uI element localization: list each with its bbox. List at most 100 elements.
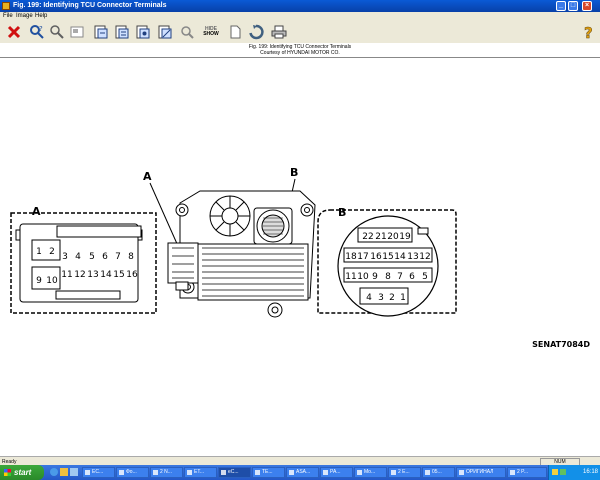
taskbar-item[interactable]: ET... (184, 467, 217, 478)
clock: 16:18 (582, 469, 598, 475)
app-icon (2, 2, 10, 10)
start-label: start (14, 468, 32, 477)
document-icon (230, 25, 241, 39)
tray-icon[interactable] (552, 469, 558, 475)
pin-3: 3 (378, 293, 384, 303)
label-b-right: B (338, 206, 346, 219)
page-view-1-button[interactable] (92, 23, 110, 41)
close-x-button[interactable] (5, 23, 23, 41)
pin-14: 14 (100, 270, 112, 280)
taskbar-item[interactable]: 2 P... (507, 467, 547, 478)
taskbar-item[interactable]: ASA... (286, 467, 319, 478)
page-view-3-button[interactable] (134, 23, 152, 41)
pin-7: 7 (397, 272, 403, 282)
close-button[interactable]: × (582, 1, 592, 11)
pin-12: 12 (419, 252, 430, 262)
zoom-icon (50, 25, 64, 39)
tcu-unit (167, 190, 316, 318)
quicklaunch-browser-icon[interactable] (50, 468, 58, 476)
pin-20: 20 (387, 232, 399, 242)
svg-text:?: ? (584, 24, 593, 40)
help-button[interactable]: ? (580, 23, 598, 41)
svg-text:?: ? (39, 25, 43, 33)
pin-3: 3 (62, 252, 68, 262)
system-tray: 16:18 (548, 465, 600, 480)
label-b-center: B (290, 166, 298, 179)
find-icon: ? (30, 25, 44, 39)
pin-6: 6 (102, 252, 108, 262)
menu-help[interactable]: Help (35, 13, 47, 19)
pin-11: 11 (61, 270, 72, 280)
taskbar-item[interactable]: PA... (320, 467, 353, 478)
pin-18: 18 (345, 252, 357, 262)
figure-canvas: A 1 2 3 4 5 6 7 8 9 10 11 12 13 14 15 16 (0, 57, 600, 457)
pin-4: 4 (366, 293, 372, 303)
pin-19: 19 (399, 232, 411, 242)
pin-16: 16 (126, 270, 138, 280)
taskbar-item[interactable]: 2 E... (388, 467, 421, 478)
zoom-page-button[interactable] (68, 23, 86, 41)
page-view-icon (136, 25, 150, 39)
taskbar: start EC... Фо... 2 N... ET... eC... TE.… (0, 465, 600, 480)
pin-13: 13 (407, 252, 418, 262)
refresh-button[interactable] (247, 23, 265, 41)
page-view-icon (158, 25, 172, 39)
refresh-icon (249, 24, 264, 40)
pin-15: 15 (113, 270, 124, 280)
title-bar: Fig. 199: Identifying TCU Connector Term… (0, 0, 600, 12)
menu-bar: File Image Help (0, 12, 600, 21)
tcu-connector-diagram: A 1 2 3 4 5 6 7 8 9 10 11 12 13 14 15 16 (10, 166, 590, 349)
connector-a-key-bottom (55, 290, 121, 300)
pin-12: 12 (74, 270, 85, 280)
pin-17: 17 (357, 252, 368, 262)
taskbar-item[interactable]: ОРИГИНАЛ (456, 467, 506, 478)
menu-file[interactable]: File (3, 13, 13, 19)
menu-image[interactable]: Image (16, 13, 33, 19)
page-view-4-button[interactable] (156, 23, 174, 41)
pin-16: 16 (370, 252, 382, 262)
taskbar-item[interactable]: Фо... (116, 467, 149, 478)
page-view-2-button[interactable] (113, 23, 131, 41)
quicklaunch-folder-icon[interactable] (60, 468, 68, 476)
find-text-button[interactable] (178, 23, 196, 41)
pin-5: 5 (422, 272, 428, 282)
taskbar-item[interactable]: 05... (422, 467, 455, 478)
connector-b-key (417, 227, 429, 235)
pin-22: 22 (362, 232, 373, 242)
pin-1: 1 (400, 293, 406, 303)
pin-2: 2 (49, 247, 55, 257)
taskbar-item[interactable]: Mo... (354, 467, 387, 478)
zoom-button[interactable] (48, 23, 66, 41)
tray-icon[interactable] (560, 469, 566, 475)
pin-11: 11 (345, 272, 356, 282)
toolbar: ? HIDE SHOW ? (0, 21, 600, 44)
pin-7: 7 (115, 252, 121, 262)
connector-a-tab (15, 229, 21, 241)
pin-10: 10 (46, 276, 58, 286)
page-view-icon (115, 25, 129, 39)
find-text-icon (181, 26, 194, 39)
connector-a-key (56, 225, 142, 238)
maximize-button[interactable]: □ (568, 1, 578, 11)
find-button[interactable]: ? (28, 23, 46, 41)
pin-21: 21 (375, 232, 386, 242)
label-a-left: A (32, 205, 41, 218)
zoom-page-icon (70, 26, 84, 38)
pin-6: 6 (409, 272, 415, 282)
taskbar-item[interactable]: 2 N... (150, 467, 183, 478)
minimize-button[interactable]: _ (556, 1, 566, 11)
start-button[interactable]: start (0, 465, 44, 480)
taskbar-item[interactable]: EC... (82, 467, 115, 478)
quicklaunch-desktop-icon[interactable] (70, 468, 78, 476)
document-button[interactable] (226, 23, 244, 41)
taskbar-item[interactable]: eC... (218, 467, 251, 478)
figure-code: SENAT7084D (532, 340, 590, 349)
help-question-icon: ? (584, 24, 593, 40)
hide-show-button[interactable]: HIDE SHOW (200, 23, 222, 41)
print-button[interactable] (270, 23, 288, 41)
taskbar-item[interactable]: TE... (252, 467, 285, 478)
close-x-icon (7, 25, 21, 39)
pin-8: 8 (385, 272, 391, 282)
pin-4: 4 (75, 252, 81, 262)
pin-5: 5 (89, 252, 95, 262)
